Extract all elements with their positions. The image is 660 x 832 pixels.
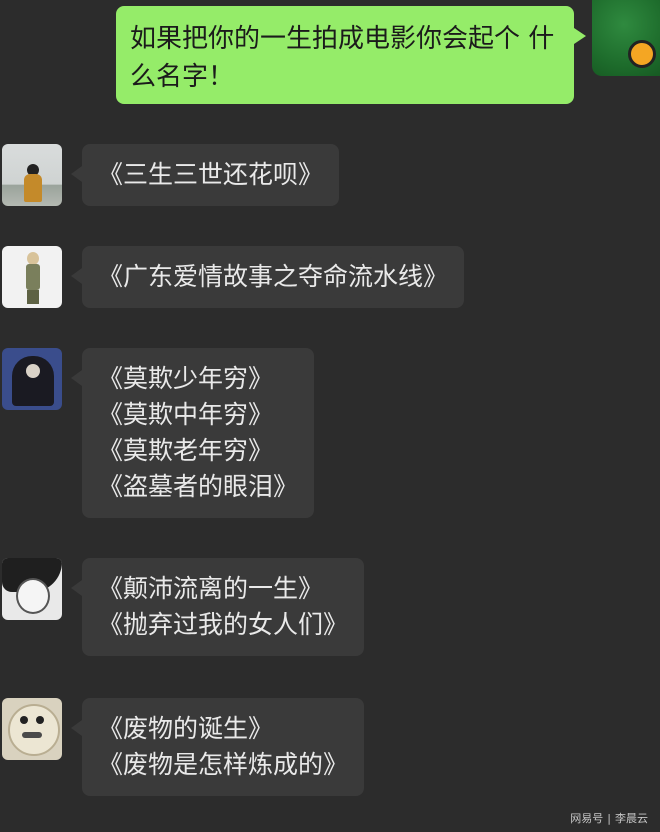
anime-sitting-boy-avatar-icon[interactable]: [2, 348, 62, 410]
movie-title-text: 《抛弃过我的女人们》: [98, 610, 349, 639]
received-message-bubble[interactable]: 《三生三世还花呗》: [70, 144, 340, 206]
avatar-legs: [27, 290, 39, 304]
movie-title-text: 《莫欺老年穷》: [98, 436, 274, 465]
movie-title-text: 《废物的诞生》: [98, 714, 274, 743]
watermark-author: 李晨云: [615, 812, 648, 825]
avatar-eye-decoration: [628, 40, 656, 68]
cartoon-boy-avatar-icon[interactable]: [2, 246, 62, 308]
movie-title-text: 《莫欺少年穷》: [98, 364, 274, 393]
chat-screen: 如果把你的一生拍成电影你会起个 什么名字！ 《三生三世还花呗》 《广东爱情故事之…: [0, 0, 660, 832]
avatar-face: [26, 364, 40, 378]
meme-face-avatar-icon[interactable]: [2, 698, 62, 760]
avatar-eye: [20, 716, 28, 724]
movie-title-text: 《盗墓者的眼泪》: [98, 472, 299, 501]
anime-sketch-face-avatar-icon[interactable]: [2, 558, 62, 620]
self-avatar-icon[interactable]: [592, 0, 660, 76]
received-message-bubble[interactable]: 《莫欺少年穷》 《莫欺中年穷》 《莫欺老年穷》 《盗墓者的眼泪》: [70, 348, 315, 518]
received-message-bubble[interactable]: 《颠沛流离的一生》 《抛弃过我的女人们》: [70, 558, 365, 656]
received-message-bubble[interactable]: 《废物的诞生》 《废物是怎样炼成的》: [70, 698, 365, 796]
avatar-body: [26, 264, 40, 290]
watermark-separator: |: [607, 812, 611, 825]
avatar-face-plate: [8, 704, 60, 756]
received-message-bubble[interactable]: 《广东爱情故事之夺命流水线》: [70, 246, 465, 308]
sent-message-bubble[interactable]: 如果把你的一生拍成电影你会起个 什么名字！: [116, 6, 586, 104]
watermark: 网易号 | 李晨云: [570, 810, 648, 826]
boy-back-view-avatar-icon[interactable]: [2, 144, 62, 206]
watermark-brand: 网易号: [570, 812, 604, 825]
movie-title-text: 《三生三世还花呗》: [98, 160, 324, 189]
avatar-body: [24, 174, 42, 202]
movie-title-text: 《莫欺中年穷》: [98, 400, 274, 429]
movie-title-text: 《颠沛流离的一生》: [98, 574, 324, 603]
avatar-eye: [36, 716, 44, 724]
avatar-mouth: [22, 732, 42, 738]
avatar-face: [16, 578, 50, 614]
movie-title-text: 《废物是怎样炼成的》: [98, 750, 349, 779]
sent-message-line: 如果把你的一生拍成电影你会起个: [130, 24, 521, 54]
movie-title-text: 《广东爱情故事之夺命流水线》: [98, 262, 449, 291]
